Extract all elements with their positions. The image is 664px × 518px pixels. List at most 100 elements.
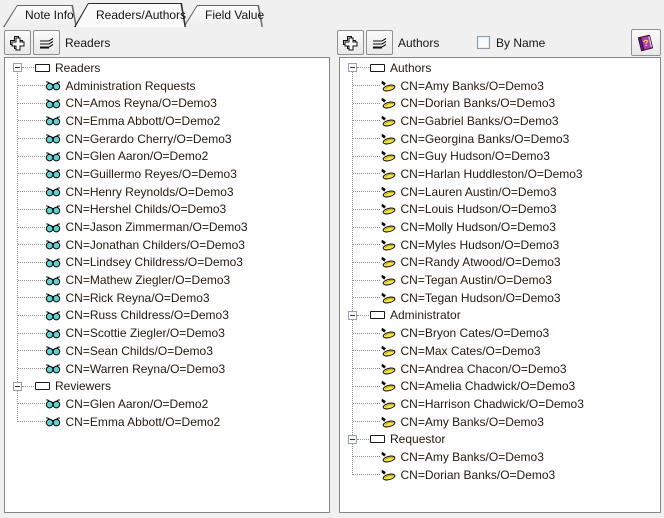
left_panel-tree-item[interactable]: CN=Glen Aaron/O=Demo2 (13, 395, 329, 413)
left_panel-tree-item[interactable]: CN=Lindsey Childress/O=Demo3 (13, 254, 329, 272)
tree-connector (357, 67, 369, 68)
collapse-expander-icon[interactable] (13, 382, 22, 391)
tab-field-value[interactable]: Field Value (183, 5, 263, 27)
pen-icon (380, 221, 396, 233)
tree-connector (353, 103, 380, 104)
right_panel-tree-item[interactable]: CN=Randy Atwood/O=Demo3 (348, 254, 660, 272)
glasses-icon (45, 151, 61, 162)
tree-item-label: CN=Georgina Banks/O=Demo3 (401, 132, 570, 146)
right_panel-tree-item[interactable]: CN=Lauren Austin/O=Demo3 (348, 183, 660, 201)
tree-item-label: CN=Molly Hudson/O=Demo3 (401, 220, 556, 234)
tree-connector (18, 262, 45, 263)
right_panel-tree-item[interactable]: CN=Amy Banks/O=Demo3 (348, 413, 660, 431)
left_panel-tree-item[interactable]: CN=Hershel Childs/O=Demo3 (13, 201, 329, 219)
tree-connector (353, 173, 380, 174)
left_panel-tree-item[interactable]: CN=Glen Aaron/O=Demo2 (13, 147, 329, 165)
tab-note-info[interactable]: Note Info (3, 5, 77, 27)
tree-item-label: CN=Louis Hudson/O=Demo3 (401, 202, 557, 216)
left_panel-tree-item[interactable]: CN=Jonathan Childers/O=Demo3 (13, 236, 329, 254)
tab-label: Readers/Authors (74, 3, 186, 22)
pen-icon (380, 416, 396, 428)
right_panel-tree-item[interactable]: CN=Gabriel Banks/O=Demo3 (348, 112, 660, 130)
tree-connector (18, 120, 45, 121)
tree-item-label: CN=Max Cates/O=Demo3 (401, 344, 541, 358)
left_panel-tree-item[interactable]: CN=Sean Childs/O=Demo3 (13, 342, 329, 360)
right_panel-tree-item[interactable]: CN=Tegan Austin/O=Demo3 (348, 271, 660, 289)
tree-connector (353, 262, 380, 263)
left_panel-tree-item[interactable]: CN=Gerardo Cherry/O=Demo3 (13, 130, 329, 148)
group-icon (370, 435, 385, 443)
tab-label: Note Info (3, 5, 77, 22)
right_panel-tree-item[interactable]: CN=Georgina Banks/O=Demo3 (348, 130, 660, 148)
right_panel-tree-item[interactable]: CN=Amy Banks/O=Demo3 (348, 77, 660, 95)
tree-trunk-line (17, 68, 18, 422)
tree-connector (18, 297, 45, 298)
glasses-icon (45, 133, 61, 144)
left_panel-tree-item[interactable]: CN=Emma Abbott/O=Demo2 (13, 112, 329, 130)
right_panel-group-row[interactable]: Authors (348, 59, 660, 77)
left_panel-tree-item[interactable]: CN=Henry Reynolds/O=Demo3 (13, 183, 329, 201)
right_panel-tree-item[interactable]: CN=Max Cates/O=Demo3 (348, 342, 660, 360)
collapse-expander-icon[interactable] (348, 435, 357, 444)
authors-expand-all-button[interactable] (337, 30, 364, 55)
tree-item-label: CN=Tegan Austin/O=Demo3 (401, 273, 552, 287)
tree-connector (18, 244, 45, 245)
right_panel-tree-item[interactable]: CN=Myles Hudson/O=Demo3 (348, 236, 660, 254)
tree-connector (353, 474, 380, 475)
collapse-expander-icon[interactable] (348, 311, 357, 320)
pen-icon (380, 292, 396, 304)
left_panel-tree-item[interactable]: CN=Russ Childress/O=Demo3 (13, 307, 329, 325)
left_panel-tree-item[interactable]: CN=Amos Reyna/O=Demo3 (13, 94, 329, 112)
right_panel-tree-item[interactable]: CN=Louis Hudson/O=Demo3 (348, 201, 660, 219)
readers-expand-all-button[interactable] (4, 30, 31, 55)
glasses-icon (45, 186, 61, 197)
right_panel-tree-item[interactable]: CN=Amelia Chadwick/O=Demo3 (348, 377, 660, 395)
left_panel-tree-item[interactable]: CN=Rick Reyna/O=Demo3 (13, 289, 329, 307)
right_panel-tree-item[interactable]: CN=Bryon Cates/O=Demo3 (348, 324, 660, 342)
pen-icon (380, 168, 396, 180)
left_panel-tree-item[interactable]: CN=Scottie Ziegler/O=Demo3 (13, 324, 329, 342)
tree-item-label: CN=Jason Zimmerman/O=Demo3 (66, 220, 248, 234)
tree-connector (22, 386, 34, 387)
by-name-checkbox[interactable] (477, 36, 490, 49)
right_panel-tree-item[interactable]: CN=Dorian Banks/O=Demo3 (348, 94, 660, 112)
right_panel-tree-item[interactable]: CN=Dorian Banks/O=Demo3 (348, 466, 660, 484)
glasses-icon (45, 239, 61, 250)
right_panel-tree-item[interactable]: CN=Andrea Chacon/O=Demo3 (348, 360, 660, 378)
right_panel-tree-item[interactable]: CN=Harrison Chadwick/O=Demo3 (348, 395, 660, 413)
tree-item-label: CN=Russ Childress/O=Demo3 (66, 308, 229, 322)
tree-item-label: CN=Myles Hudson/O=Demo3 (401, 238, 560, 252)
right_panel-tree-item[interactable]: CN=Guy Hudson/O=Demo3 (348, 147, 660, 165)
group-label: Requestor (390, 432, 445, 446)
authors-collapse-all-button[interactable] (366, 30, 393, 55)
left_panel-tree-item[interactable]: CN=Emma Abbott/O=Demo2 (13, 413, 329, 431)
tab-readers-authors[interactable]: Readers/Authors (74, 3, 186, 27)
left_panel-tree-item[interactable]: CN=Warren Reyna/O=Demo3 (13, 360, 329, 378)
readers-collapse-all-button[interactable] (33, 30, 60, 55)
right_panel-group-row[interactable]: Administrator (348, 307, 660, 325)
collapse-expander-icon[interactable] (348, 63, 357, 72)
by-name-label[interactable]: By Name (496, 36, 545, 50)
right_panel-group-row[interactable]: Requestor (348, 430, 660, 448)
glasses-icon (45, 80, 61, 91)
tree-item-label: CN=Henry Reynolds/O=Demo3 (66, 185, 234, 199)
left_panel-tree-item[interactable]: CN=Jason Zimmerman/O=Demo3 (13, 218, 329, 236)
glasses-icon (45, 292, 61, 303)
left_panel-tree-item[interactable]: CN=Guillermo Reyes/O=Demo3 (13, 165, 329, 183)
group-label: Readers (55, 61, 100, 75)
tree-item-label: CN=Dorian Banks/O=Demo3 (401, 96, 556, 110)
pen-icon (380, 380, 396, 392)
right_panel-tree-item[interactable]: CN=Molly Hudson/O=Demo3 (348, 218, 660, 236)
right_panel-tree-item[interactable]: CN=Amy Banks/O=Demo3 (348, 448, 660, 466)
left_panel-group-row[interactable]: Readers (13, 59, 329, 77)
left_panel-tree-item[interactable]: Administration Requests (13, 77, 329, 95)
tree-connector (353, 350, 380, 351)
right_panel-tree-item[interactable]: CN=Tegan Hudson/O=Demo3 (348, 289, 660, 307)
collapse-expander-icon[interactable] (13, 63, 22, 72)
right_panel-tree-item[interactable]: CN=Harlan Huddleston/O=Demo3 (348, 165, 660, 183)
help-button[interactable]: ? (631, 29, 661, 56)
left_panel-tree-item[interactable]: CN=Mathew Ziegler/O=Demo3 (13, 271, 329, 289)
tree-connector (18, 138, 45, 139)
left_panel-group-row[interactable]: Reviewers (13, 377, 329, 395)
tree-connector (353, 209, 380, 210)
